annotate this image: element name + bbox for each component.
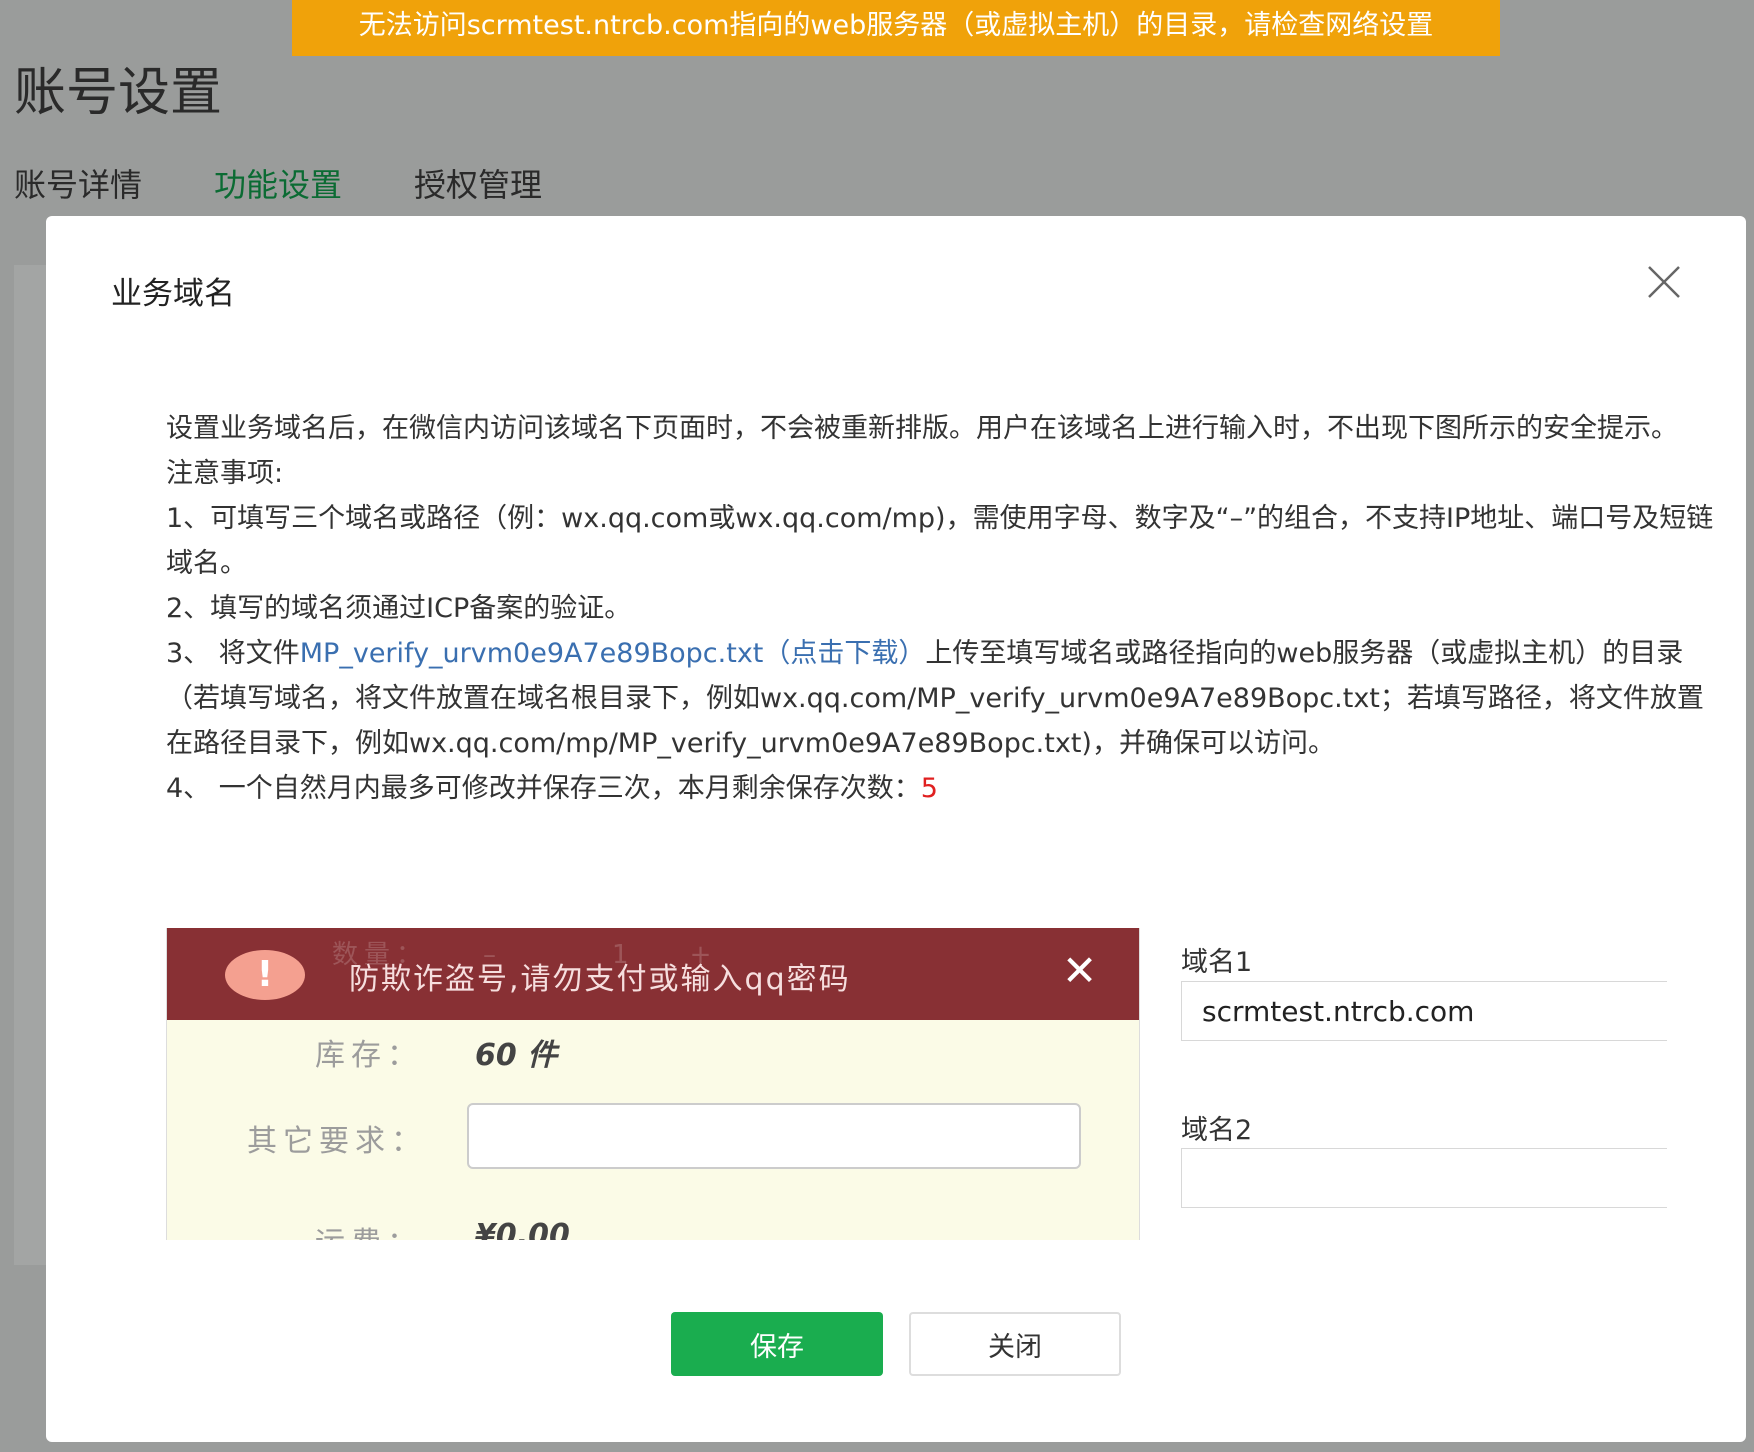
domain1-label: 域名1 [1181,947,1253,978]
note-3-prefix: 3、 将文件 [166,638,300,669]
other-requirements-label: 其它要求： [247,1124,427,1159]
domain1-input[interactable] [1181,981,1667,1041]
warning-icon: ! [225,950,305,1000]
error-banner: 无法访问scrmtest.ntrcb.com指向的web服务器（或虚拟主机）的目… [292,0,1500,56]
example-input-box [467,1103,1081,1169]
notes-title: 注意事项: [166,458,284,489]
close-icon[interactable] [1646,264,1682,300]
domain2-label: 域名2 [1181,1115,1253,1146]
shipping-value: ¥0.00 [475,1218,570,1240]
page-title: 账号设置 [14,63,223,123]
note-4: 4、 一个自然月内最多可修改并保存三次，本月剩余保存次数：5 [166,766,1726,811]
note-3: 3、 将文件MP_verify_urvm0e9A7e89Bopc.txt（点击下… [166,631,1726,766]
stock-label: 库存： [315,1038,423,1073]
save-button[interactable]: 保存 [671,1312,883,1376]
note-2: 2、填写的域名须通过ICP备案的验证。 [166,593,632,624]
example-warning-image: 数量： –1 + ! 防欺诈盗号,请勿支付或输入qq密码 ✕ 库存： 60 件 其它… [166,928,1140,1240]
dialog-title: 业务域名 [111,276,235,312]
description: 设置业务域名后，在微信内访问该域名下页面时，不会被重新排版。用户在该域名上进行输… [166,406,1726,811]
intro-text: 设置业务域名后，在微信内访问该域名下页面时，不会被重新排版。用户在该域名上进行输… [166,413,1678,444]
note-1: 1、可填写三个域名或路径（例：wx.qq.com或wx.qq.com/mp)，需… [166,503,1714,579]
warning-text: 防欺诈盗号,请勿支付或输入qq密码 [349,962,851,997]
business-domain-dialog: 业务域名 设置业务域名后，在微信内访问该域名下页面时，不会被重新排版。用户在该域… [46,216,1746,1442]
close-button[interactable]: 关闭 [909,1312,1121,1376]
stock-value: 60 件 [475,1038,558,1073]
domain2-input[interactable] [1181,1148,1667,1208]
example-close-icon: ✕ [1062,946,1098,995]
note-4-text: 4、 一个自然月内最多可修改并保存三次，本月剩余保存次数： [166,773,921,804]
download-verify-file-link[interactable]: MP_verify_urvm0e9A7e89Bopc.txt（点击下载） [300,638,926,669]
remaining-save-count: 5 [920,773,938,804]
shipping-label: 运费： [315,1218,423,1240]
warning-bar: 数量： –1 + ! 防欺诈盗号,请勿支付或输入qq密码 ✕ [167,928,1139,1020]
